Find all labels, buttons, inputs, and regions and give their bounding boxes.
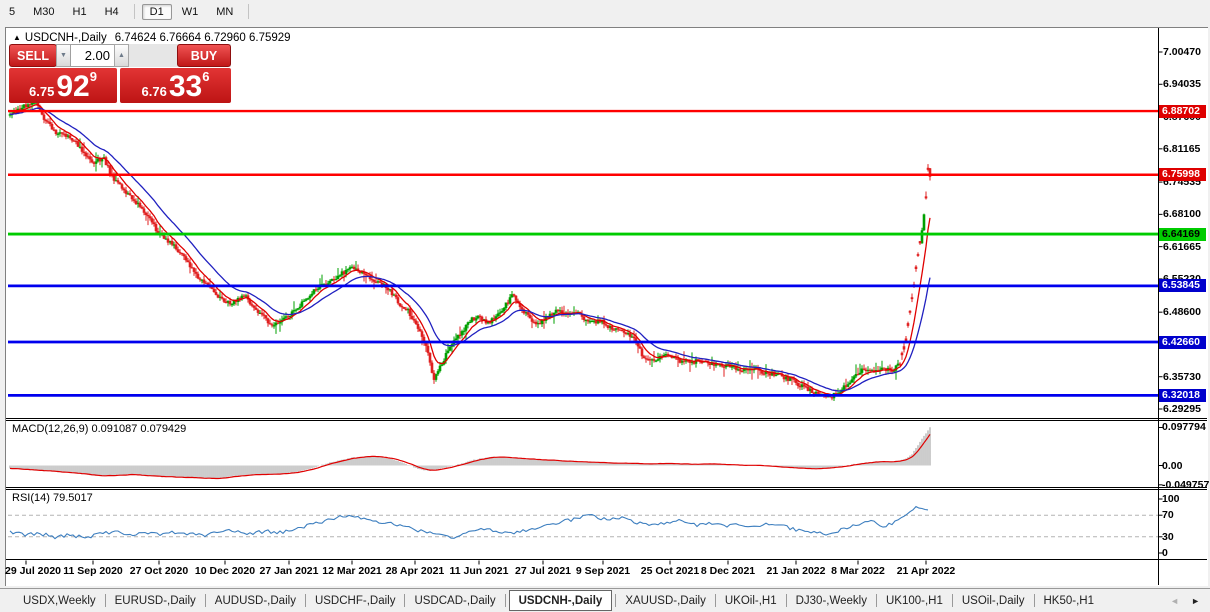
- sell-button[interactable]: SELL: [9, 44, 57, 67]
- trade-panel-prices-row: 6.75929 6.76336: [9, 68, 231, 103]
- bearish-candles: [16, 98, 930, 400]
- chevron-up-icon: ▲: [118, 52, 125, 59]
- buy-price-pipette: 6: [202, 69, 209, 84]
- tab-scroll-controls: ◄ ►: [1170, 596, 1210, 606]
- chart-tabs: USDX,WeeklyEURUSD-,DailyAUDUSD-,DailyUSD…: [0, 589, 1103, 612]
- tab-separator: [505, 594, 506, 607]
- buy-price-big-digits: 33: [169, 74, 202, 100]
- collapse-triangle-icon[interactable]: ▲: [13, 33, 21, 42]
- sell-price-prefix: 6.75: [29, 84, 54, 99]
- bearish-candle-bodies: [16, 102, 930, 398]
- tab-scroll-left-icon[interactable]: ◄: [1170, 596, 1179, 606]
- chart-symbol-period: USDCNH-,Daily: [25, 32, 107, 44]
- chevron-down-icon: ▼: [60, 52, 67, 59]
- chart-title: ▲ USDCNH-,Daily 6.74624 6.76664 6.72960 6.…: [13, 32, 291, 44]
- chart-tab-hk50-h1[interactable]: HK50-,H1: [1035, 595, 1104, 607]
- chart-tab-ukoil-h1[interactable]: UKOil-,H1: [716, 595, 786, 607]
- ma-slow-line: [10, 108, 930, 391]
- buy-button[interactable]: BUY: [177, 44, 231, 67]
- tab-scroll-right-icon[interactable]: ►: [1191, 596, 1200, 606]
- rsi-line: [10, 507, 928, 539]
- chart-tab-eurusd-daily[interactable]: EURUSD-,Daily: [106, 595, 205, 607]
- ma-fast-line: [10, 105, 930, 396]
- chart-tab-xauusd-daily[interactable]: XAUUSD-,Daily: [616, 595, 715, 607]
- buy-price-box[interactable]: 6.76336: [120, 68, 231, 103]
- buy-price-prefix: 6.76: [142, 84, 167, 99]
- chart-tab-bar: USDX,WeeklyEURUSD-,DailyAUDUSD-,DailyUSD…: [0, 588, 1210, 612]
- bullish-candle-bodies: [10, 102, 924, 398]
- sell-price-box[interactable]: 6.75929: [9, 68, 117, 103]
- sell-price-pipette: 9: [90, 69, 97, 84]
- mt4-window: 5M30H1H4D1W1MN ▲USDCNH-,Daily6.74624 6.7…: [0, 0, 1210, 612]
- rsi-indicator-label: RSI(14) 79.5017: [12, 492, 93, 504]
- chart-tab-usoil-daily[interactable]: USOil-,Daily: [953, 595, 1034, 607]
- chart-tab-usdcnh-daily[interactable]: USDCNH-,Daily: [509, 590, 613, 611]
- trade-panel-controls-row: SELL ▼ ▲ BUY: [9, 44, 231, 67]
- chart-tab-audusd-daily[interactable]: AUDUSD-,Daily: [206, 595, 305, 607]
- macd-indicator-label: MACD(12,26,9) 0.091087 0.079429: [12, 423, 186, 435]
- sell-price-big-digits: 92: [56, 74, 89, 100]
- chart-ohlc-values: 6.74624 6.76664 6.72960 6.75929: [115, 32, 291, 44]
- chart-tab-usdx-weekly[interactable]: USDX,Weekly: [14, 595, 105, 607]
- bullish-candles: [10, 99, 924, 401]
- volume-increase-button[interactable]: ▲: [114, 44, 129, 67]
- volume-input[interactable]: [70, 44, 115, 67]
- chart-tab-usdchf-daily[interactable]: USDCHF-,Daily: [306, 595, 405, 607]
- chart-tab-usdcad-daily[interactable]: USDCAD-,Daily: [405, 595, 504, 607]
- chart-tab-uk100-h1[interactable]: UK100-,H1: [877, 595, 952, 607]
- volume-decrease-button[interactable]: ▼: [56, 44, 71, 67]
- one-click-trading-panel: SELL ▼ ▲ BUY 6.75929 6.76336: [9, 44, 231, 103]
- chart-tab-dj30-weekly[interactable]: DJ30-,Weekly: [787, 595, 876, 607]
